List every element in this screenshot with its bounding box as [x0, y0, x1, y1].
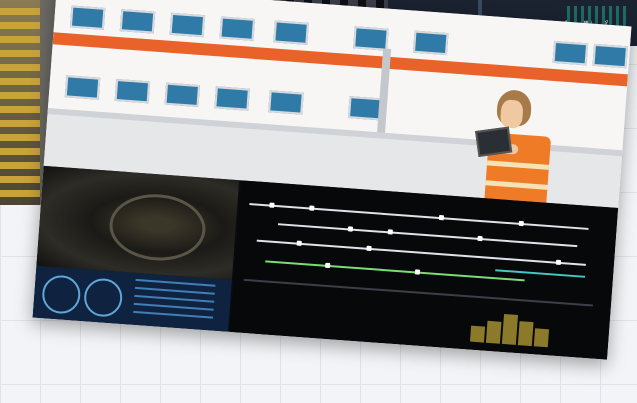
train-orange-stripe	[52, 32, 628, 87]
track-schematic	[230, 180, 619, 360]
tablet-device	[475, 126, 513, 157]
main-card	[32, 0, 632, 360]
worker-figure	[473, 88, 571, 204]
tunnel-camera-view	[36, 165, 240, 280]
